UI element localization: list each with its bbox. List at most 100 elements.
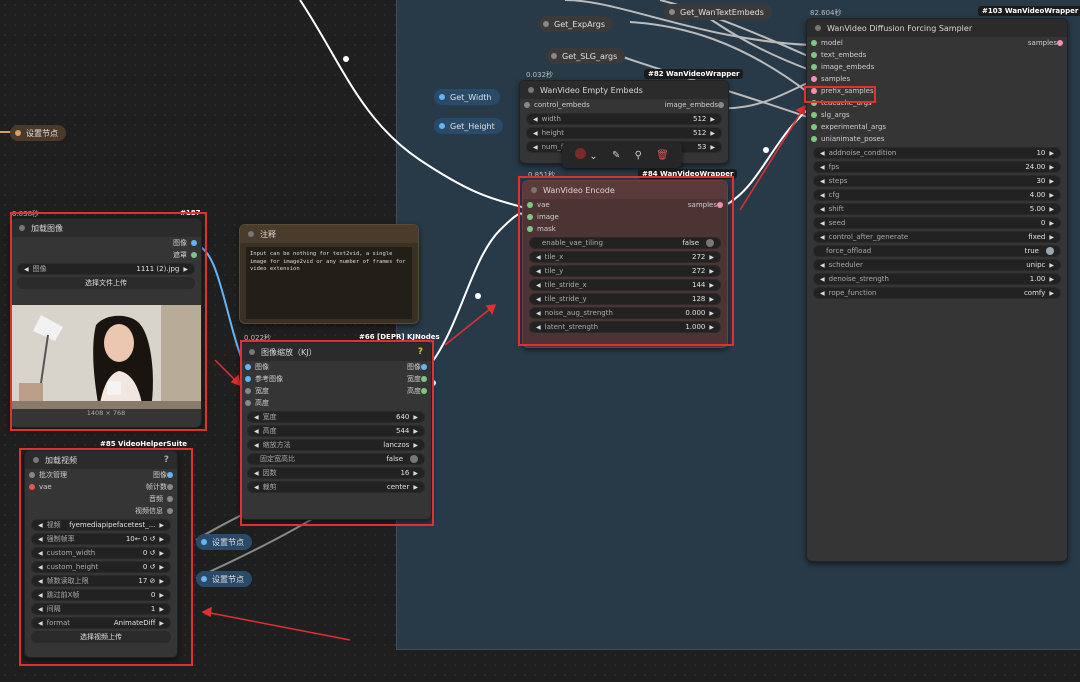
left-arrow-icon[interactable]: ◀ [820,234,825,241]
left-arrow-icon[interactable]: ◀ [820,262,825,269]
input-batch[interactable]: 批次管理 图像 [25,469,177,481]
left-arrow-icon[interactable]: ◀ [536,282,541,289]
sampler-input-text-embeds[interactable]: text_embeds [807,49,1067,61]
reroute-set-node-1[interactable]: 设置节点 [196,534,252,550]
slot-dot-icon[interactable] [811,124,817,130]
left-arrow-icon[interactable]: ◀ [536,268,541,275]
sampler-input-prefix-samples[interactable]: prefix_samples [807,85,1067,97]
slot-dot-icon[interactable] [167,508,173,514]
slot-dot-icon[interactable] [29,472,35,478]
right-arrow-icon[interactable]: ▶ [709,282,714,289]
input-ref-image[interactable]: 参考图像 宽度 [241,373,431,385]
node-header[interactable]: 图像缩放（KJ） ? [241,343,431,361]
left-arrow-icon[interactable]: ◀ [254,414,259,421]
sampler-widget-5[interactable]: ◀ seed 0 ▶ [813,217,1061,229]
left-arrow-icon[interactable]: ◀ [38,606,43,613]
trash-icon[interactable]: 🗑 [656,150,669,161]
embeds-widget-0[interactable]: ◀ width 512 ▶ [526,113,722,125]
right-arrow-icon[interactable]: ▶ [709,268,714,275]
left-arrow-icon[interactable]: ◀ [536,296,541,303]
right-arrow-icon[interactable]: ▶ [1049,178,1054,185]
right-arrow-icon[interactable]: ▶ [159,578,164,585]
right-arrow-icon[interactable]: ▶ [1049,262,1054,269]
sampler-widget-8[interactable]: ◀ scheduler unipc ▶ [813,259,1061,271]
reroute-set-node-left[interactable]: 设置节点 [10,125,66,141]
node-header[interactable]: 注释 [240,225,418,243]
output-video-info[interactable]: 视频信息 [25,505,177,517]
slot-dot-icon[interactable] [811,136,817,142]
left-arrow-icon[interactable]: ◀ [24,266,29,273]
right-arrow-icon[interactable]: ▶ [1049,192,1054,199]
sampler-input-unianimate-poses[interactable]: unianimate_poses [807,133,1067,145]
wanvideo-encode-node[interactable]: WanVideo Encode vae samples image mask e… [522,180,728,348]
slot-dot-icon[interactable] [167,472,173,478]
slot-dot-icon[interactable] [167,484,173,490]
reroute-get-height[interactable]: Get_Height [434,118,503,134]
load-image-node[interactable]: 加载图像 图像 遮罩 ◀ 图像 1111 (2).jpg ▶ 选择文件上传 14… [10,218,202,428]
sampler-widget-2[interactable]: ◀ steps 30 ▶ [813,175,1061,187]
resize-widget-0[interactable]: ◀ 宽度 640 ▶ [247,411,425,423]
pin-icon[interactable]: ⚲ [635,150,642,161]
left-arrow-icon[interactable]: ◀ [38,522,43,529]
right-arrow-icon[interactable]: ▶ [1049,234,1054,241]
slot-dot-icon[interactable] [29,484,35,490]
sampler-widget-0[interactable]: ◀ addnoise_condition 10 ▶ [813,147,1061,159]
upload-video-button[interactable]: 选择视频上传 [31,631,171,643]
right-arrow-icon[interactable]: ▶ [413,414,418,421]
video-widget-6[interactable]: ◀ 间隔 1 ▶ [31,603,171,615]
resize-widget-4[interactable]: ◀ 因数 16 ▶ [247,467,425,479]
slot-dot-icon[interactable] [524,102,530,108]
encode-widget-3[interactable]: ◀ tile_stride_x 144 ▶ [529,279,721,291]
right-arrow-icon[interactable]: ▶ [709,296,714,303]
collapse-dot-icon[interactable] [531,187,537,193]
left-arrow-icon[interactable]: ◀ [536,254,541,261]
encode-widget-4[interactable]: ◀ tile_stride_y 128 ▶ [529,293,721,305]
right-arrow-icon[interactable]: ▶ [710,130,715,137]
output-mask[interactable]: 遮罩 [11,249,201,261]
help-icon[interactable]: ? [418,347,423,357]
sampler-widget-10[interactable]: ◀ rope_function comfy ▶ [813,287,1061,299]
encode-widget-0[interactable]: enable_vae_tiling false [529,237,721,249]
left-arrow-icon[interactable]: ◀ [820,150,825,157]
note-text[interactable]: Input can be nothing for text2vid, a sin… [246,247,412,319]
right-arrow-icon[interactable]: ▶ [1049,150,1054,157]
video-widget-7[interactable]: ◀ format AnimateDiff ▶ [31,617,171,629]
resize-widget-1[interactable]: ◀ 高度 544 ▶ [247,425,425,437]
right-arrow-icon[interactable]: ▶ [159,620,164,627]
slot-dot-icon[interactable] [1057,40,1063,46]
sampler-widget-6[interactable]: ◀ control_after_generate fixed ▶ [813,231,1061,243]
slot-dot-icon[interactable] [718,102,724,108]
right-arrow-icon[interactable]: ▶ [1049,206,1054,213]
collapse-dot-icon[interactable] [19,225,25,231]
video-widget-1[interactable]: ◀ 强制帧率 10← 0 ↺ ▶ [31,533,171,545]
sampler-input-image-embeds[interactable]: image_embeds [807,61,1067,73]
left-arrow-icon[interactable]: ◀ [38,592,43,599]
toggle-icon[interactable] [706,239,714,247]
left-arrow-icon[interactable]: ◀ [38,564,43,571]
slot-dot-icon[interactable] [811,112,817,118]
right-arrow-icon[interactable]: ▶ [413,484,418,491]
right-arrow-icon[interactable]: ▶ [159,592,164,599]
collapse-dot-icon[interactable] [33,457,39,463]
right-arrow-icon[interactable]: ▶ [1049,164,1054,171]
video-widget-0[interactable]: ◀ 视频 fyemediapipefacetest_... ▶ [31,519,171,531]
left-arrow-icon[interactable]: ◀ [820,206,825,213]
slot-dot-icon[interactable] [245,388,251,394]
slot-dot-icon[interactable] [811,100,817,106]
resize-widget-3[interactable]: 固定宽高比 false [247,453,425,465]
sampler-widget-4[interactable]: ◀ shift 5.00 ▶ [813,203,1061,215]
right-arrow-icon[interactable]: ▶ [1049,276,1054,283]
slot-dot-icon[interactable] [245,376,251,382]
input-width[interactable]: 宽度 高度 [241,385,431,397]
left-arrow-icon[interactable]: ◀ [820,276,825,283]
help-icon[interactable]: ? [164,455,169,465]
slot-dot-icon[interactable] [811,88,817,94]
video-widget-2[interactable]: ◀ custom_width 0 ↺ ▶ [31,547,171,559]
right-arrow-icon[interactable]: ▶ [413,442,418,449]
encode-widget-1[interactable]: ◀ tile_x 272 ▶ [529,251,721,263]
sampler-input-teacache-args[interactable]: teacache_args [807,97,1067,109]
slot-dot-icon[interactable] [811,52,817,58]
upload-file-button[interactable]: 选择文件上传 [17,277,195,289]
slot-dot-icon[interactable] [527,226,533,232]
input-control-embeds[interactable]: control_embeds image_embeds [520,99,728,111]
